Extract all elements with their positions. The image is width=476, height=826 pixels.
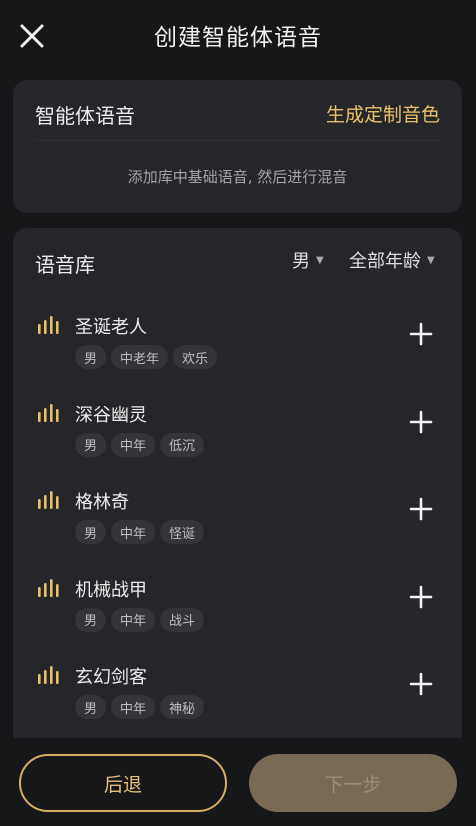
voice-name: 机械战甲 (75, 579, 147, 601)
header-bar: 创建智能体语音 (0, 0, 476, 70)
generate-custom-voice-link[interactable]: 生成定制音色 (326, 100, 440, 127)
page-title: 创建智能体语音 (154, 25, 322, 51)
voice-library-card: 语音库 男 ▼ 全部年龄 ▼ 圣诞老人 男中老年欢乐 深谷幽灵 男中年低沉 (13, 228, 462, 748)
voice-list-item[interactable]: 圣诞老人 男中老年 欢乐 (13, 310, 462, 390)
voice-tags: 男中老年 欢乐 (75, 345, 218, 369)
close-icon (20, 24, 44, 48)
voice-tags: 男中年 低沉 (75, 432, 205, 457)
agent-voice-title: 智能体语音 (35, 104, 135, 128)
voice-tags: 男中年 怪诞 (75, 520, 205, 544)
sound-wave-icon (38, 578, 59, 597)
voice-name: 圣诞老人 (75, 317, 147, 338)
add-voice-icon[interactable] (409, 672, 433, 696)
voice-tag: 怪诞 (160, 520, 205, 544)
voice-tag: 中年 (111, 432, 156, 457)
voice-tag: 中年 (111, 520, 156, 544)
mix-hint-text: 添加库中基础语音, 然后进行混音 (127, 168, 348, 186)
next-step-button[interactable]: 下一步 (249, 754, 457, 812)
voice-tag: 中老年 (111, 345, 169, 369)
agent-voice-card: 智能体语音 生成定制音色 添加库中基础语音, 然后进行混音 (13, 80, 462, 213)
voice-list-item[interactable]: 深谷幽灵 男中年 低沉 (13, 398, 462, 478)
gender-filter-dropdown[interactable]: 男 ▼ (292, 247, 324, 273)
add-voice-icon[interactable] (409, 322, 433, 346)
voice-tag: 战斗 (160, 607, 205, 632)
voice-tag: 中年 (111, 695, 156, 719)
footer-bar: 后退 下一步 (0, 738, 476, 826)
voice-name: 格林奇 (75, 492, 129, 513)
caret-down-icon: ▼ (427, 254, 435, 266)
voice-tag: 低沉 (160, 432, 205, 457)
voice-list-item[interactable]: 机械战甲 男中年 战斗 (13, 573, 462, 653)
voice-tags: 男中年 战斗 (75, 607, 205, 632)
add-voice-icon[interactable] (409, 585, 433, 609)
sound-wave-icon (38, 403, 59, 422)
sound-wave-icon (38, 666, 59, 684)
voice-tag: 欢乐 (173, 345, 218, 369)
voice-tags: 男中年 神秘 (75, 695, 205, 719)
voice-library-title: 语音库 (35, 253, 95, 277)
age-filter-dropdown[interactable]: 全部年龄 ▼ (349, 247, 435, 273)
voice-tag: 男 (75, 520, 107, 544)
voice-list-item[interactable]: 格林奇 男中年 怪诞 (13, 485, 462, 565)
voice-tag: 男 (75, 607, 107, 632)
sound-wave-icon (38, 491, 59, 509)
voice-name: 深谷幽灵 (75, 404, 147, 426)
voice-tag: 神秘 (160, 695, 205, 719)
age-filter-value: 全部年龄 (349, 251, 421, 272)
voice-tag: 男 (75, 432, 107, 457)
caret-down-icon: ▼ (316, 254, 324, 266)
voice-tag: 中年 (111, 607, 156, 632)
add-voice-icon[interactable] (409, 410, 433, 434)
back-button[interactable]: 后退 (19, 754, 227, 812)
gender-filter-value: 男 (292, 251, 310, 272)
close-button[interactable] (16, 20, 48, 52)
add-voice-icon[interactable] (409, 497, 433, 521)
voice-tag: 男 (75, 345, 107, 369)
sound-wave-icon (38, 316, 59, 334)
voice-name: 玄幻剑客 (75, 667, 147, 688)
divider (35, 140, 440, 141)
voice-tag: 男 (75, 695, 107, 719)
voice-list-item[interactable]: 玄幻剑客 男中年 神秘 (13, 660, 462, 740)
